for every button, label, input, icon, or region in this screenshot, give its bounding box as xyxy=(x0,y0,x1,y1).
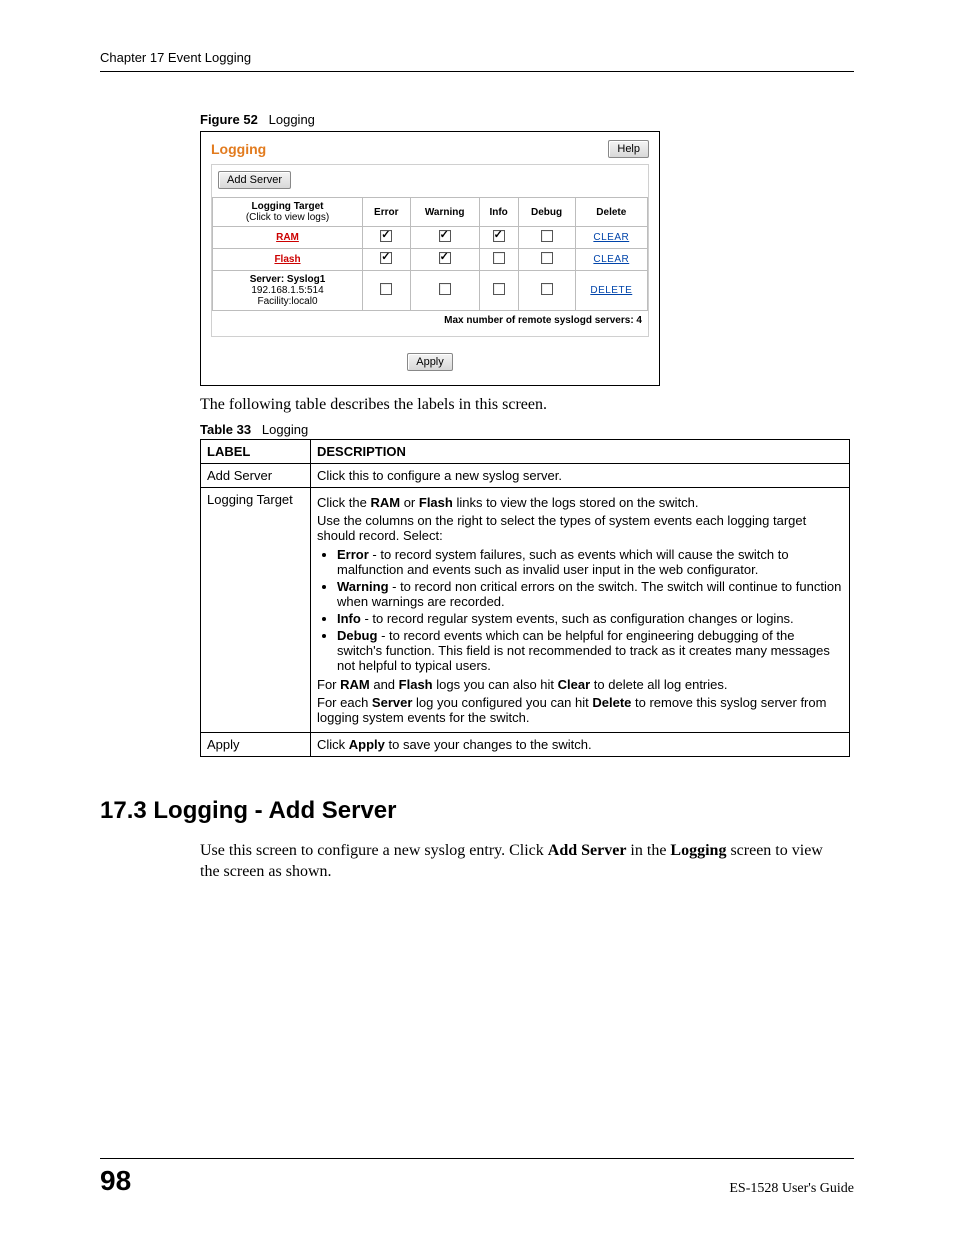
list-item: Warning - to record non critical errors … xyxy=(337,579,843,609)
logging-target-table: Logging Target (Click to view logs) Erro… xyxy=(212,197,648,311)
flash-debug-checkbox[interactable] xyxy=(541,252,553,264)
t: Server xyxy=(372,695,412,710)
row-addserver-label: Add Server xyxy=(201,464,311,488)
server-info-checkbox[interactable] xyxy=(493,283,505,295)
add-server-button[interactable]: Add Server xyxy=(218,171,291,189)
t: For xyxy=(317,677,340,692)
figure-name: Logging xyxy=(269,112,315,127)
ram-info-checkbox[interactable] xyxy=(493,230,505,242)
page-number: 98 xyxy=(100,1165,131,1197)
row-apply-desc: Click Apply to save your changes to the … xyxy=(311,733,850,757)
t: or xyxy=(400,495,419,510)
t: Logging xyxy=(670,842,726,859)
ram-error-checkbox[interactable] xyxy=(380,230,392,242)
ram-clear-link[interactable]: CLEAR xyxy=(593,232,629,243)
flash-error-checkbox[interactable] xyxy=(380,252,392,264)
description-table: LABEL DESCRIPTION Add Server Click this … xyxy=(200,439,850,757)
table-row: Apply Click Apply to save your changes t… xyxy=(201,733,850,757)
ram-link[interactable]: RAM xyxy=(276,232,299,243)
table-row: Flash CLEAR xyxy=(213,249,648,271)
flash-link[interactable]: Flash xyxy=(274,254,300,265)
t: - to record non critical errors on the s… xyxy=(337,579,841,609)
col-warning: Warning xyxy=(410,198,479,227)
table-name: Logging xyxy=(262,422,308,437)
logging-screenshot: Logging Help Add Server Logging Target (… xyxy=(200,131,660,386)
col-info: Info xyxy=(479,198,518,227)
flash-info-checkbox[interactable] xyxy=(493,252,505,264)
col-target: Logging Target (Click to view logs) xyxy=(213,198,363,227)
t: log you configured you can hit xyxy=(412,695,592,710)
table-row: Server: Syslog1 192.168.1.5:514 Facility… xyxy=(213,271,648,311)
server-warning-checkbox[interactable] xyxy=(439,283,451,295)
list-item: Error - to record system failures, such … xyxy=(337,547,843,577)
col-delete: Delete xyxy=(575,198,647,227)
server-facility: Facility:local0 xyxy=(217,296,358,307)
t: to save your changes to the switch. xyxy=(385,737,592,752)
figure-label: Figure 52 xyxy=(200,112,258,127)
t: in the xyxy=(626,842,670,859)
t: Debug xyxy=(337,628,377,643)
section-body: Use this screen to configure a new syslo… xyxy=(200,841,840,883)
server-error-checkbox[interactable] xyxy=(380,283,392,295)
table-caption: Table 33 Logging xyxy=(200,422,854,437)
flash-warning-checkbox[interactable] xyxy=(439,252,451,264)
page-footer: 98 ES-1528 User's Guide xyxy=(100,1158,854,1197)
t: Info xyxy=(337,611,361,626)
th-description: DESCRIPTION xyxy=(311,440,850,464)
help-button[interactable]: Help xyxy=(608,140,649,158)
t: Error xyxy=(337,547,369,562)
apply-button[interactable]: Apply xyxy=(407,353,453,371)
t: Flash xyxy=(419,495,453,510)
guide-name: ES-1528 User's Guide xyxy=(729,1181,854,1197)
col-error: Error xyxy=(363,198,411,227)
server-name: Server: Syslog1 xyxy=(217,274,358,285)
t: Delete xyxy=(592,695,631,710)
t: Use the columns on the right to select t… xyxy=(317,513,843,543)
t: Add Server xyxy=(548,842,627,859)
t: and xyxy=(370,677,399,692)
t: logs you can also hit xyxy=(433,677,558,692)
col-target-sub: (Click to view logs) xyxy=(217,212,358,223)
table-row: Add Server Click this to configure a new… xyxy=(201,464,850,488)
t: Click xyxy=(317,737,349,752)
row-target-label: Logging Target xyxy=(201,488,311,733)
t: - to record events which can be helpful … xyxy=(337,628,830,673)
th-label: LABEL xyxy=(201,440,311,464)
server-debug-checkbox[interactable] xyxy=(541,283,553,295)
t: Clear xyxy=(558,677,591,692)
table-row: RAM CLEAR xyxy=(213,227,648,249)
chapter-header: Chapter 17 Event Logging xyxy=(100,50,854,72)
server-address: 192.168.1.5:514 xyxy=(217,285,358,296)
server-delete-link[interactable]: DELETE xyxy=(590,285,632,296)
t: Warning xyxy=(337,579,389,594)
t: links to view the logs stored on the swi… xyxy=(453,495,699,510)
panel-title: Logging xyxy=(211,141,266,157)
t: - to record system failures, such as eve… xyxy=(337,547,789,577)
list-item: Info - to record regular system events, … xyxy=(337,611,843,626)
t: RAM xyxy=(340,677,370,692)
table-label: Table 33 xyxy=(200,422,251,437)
t: Use this screen to configure a new syslo… xyxy=(200,842,548,859)
t: Apply xyxy=(349,737,385,752)
ram-warning-checkbox[interactable] xyxy=(439,230,451,242)
table-row: Logging Target Click the RAM or Flash li… xyxy=(201,488,850,733)
t: Flash xyxy=(399,677,433,692)
col-target-label: Logging Target xyxy=(217,201,358,212)
t: to delete all log entries. xyxy=(590,677,727,692)
after-figure-text: The following table describes the labels… xyxy=(200,396,854,414)
t: RAM xyxy=(370,495,400,510)
flash-clear-link[interactable]: CLEAR xyxy=(593,254,629,265)
row-target-desc: Click the RAM or Flash links to view the… xyxy=(311,488,850,733)
t: For each xyxy=(317,695,372,710)
col-debug: Debug xyxy=(518,198,575,227)
ram-debug-checkbox[interactable] xyxy=(541,230,553,242)
row-apply-label: Apply xyxy=(201,733,311,757)
row-addserver-desc: Click this to configure a new syslog ser… xyxy=(311,464,850,488)
figure-caption: Figure 52 Logging xyxy=(200,112,854,127)
section-heading: 17.3 Logging - Add Server xyxy=(100,797,854,825)
max-servers-note: Max number of remote syslogd servers: 4 xyxy=(212,311,648,326)
list-item: Debug - to record events which can be he… xyxy=(337,628,843,673)
t: - to record regular system events, such … xyxy=(361,611,794,626)
t: Click the xyxy=(317,495,370,510)
